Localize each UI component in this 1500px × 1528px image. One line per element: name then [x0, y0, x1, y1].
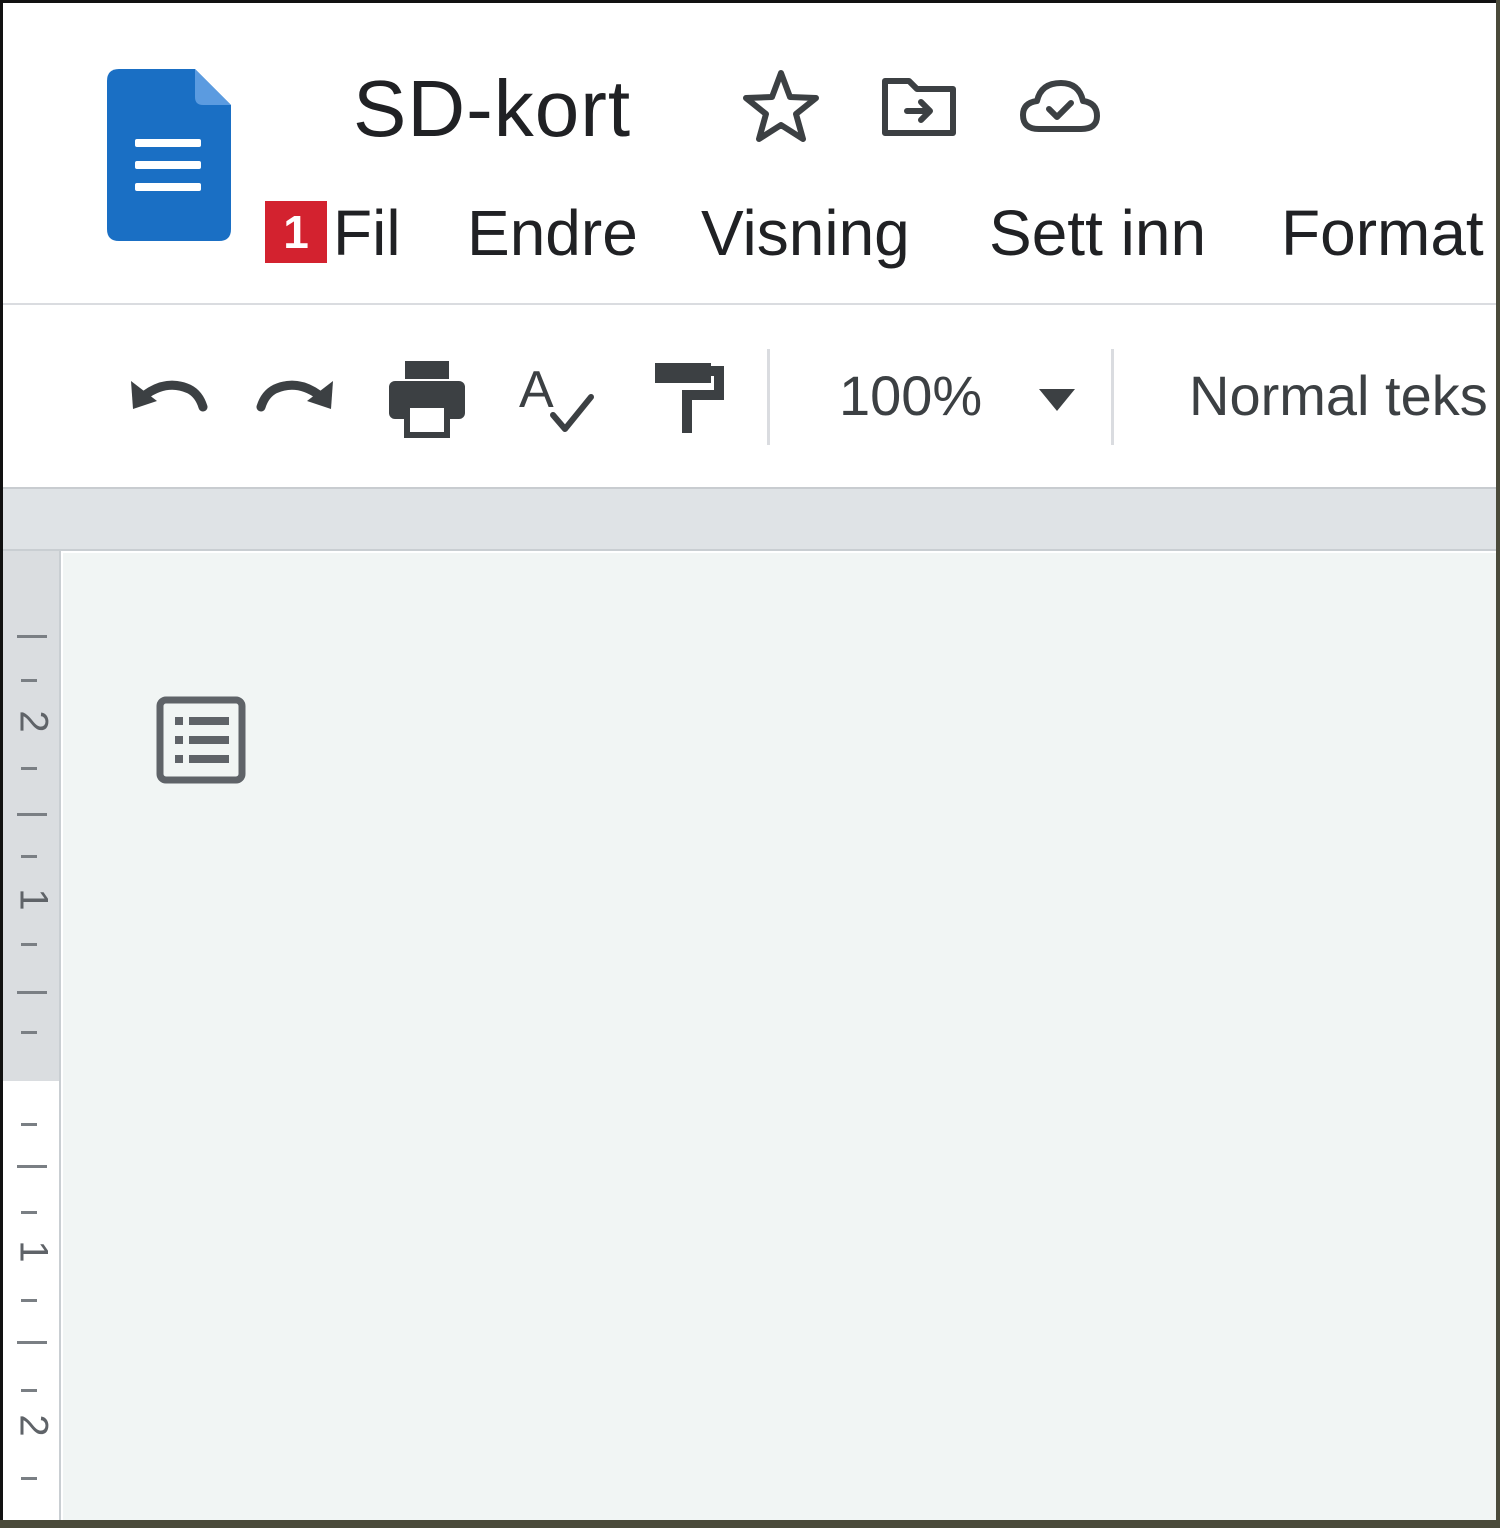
ruler-tick — [21, 1299, 37, 1302]
ruler-label: 2 — [11, 1414, 56, 1437]
ruler-tick — [17, 1165, 47, 1168]
ruler-tick — [17, 1341, 47, 1344]
ruler-margin-shade — [3, 551, 59, 1081]
menu-item-fil[interactable]: Fil — [333, 193, 401, 273]
ruler-tick — [17, 991, 47, 994]
undo-icon[interactable] — [125, 357, 209, 441]
chevron-down-icon[interactable] — [1035, 381, 1079, 417]
toolbar-separator — [1111, 349, 1114, 445]
google-docs-logo-icon[interactable] — [105, 69, 231, 241]
menu-item-visning[interactable]: Visning — [701, 193, 910, 273]
horizontal-ruler — [3, 489, 1496, 551]
spellcheck-icon[interactable]: A — [515, 357, 599, 441]
ruler-tick — [21, 679, 37, 682]
document-canvas[interactable] — [63, 553, 1496, 1520]
paragraph-style-select[interactable]: Normal teks — [1189, 361, 1488, 431]
ruler-label: 1 — [11, 888, 56, 911]
menu-item-sett-inn[interactable]: Sett inn — [989, 193, 1206, 273]
ruler-tick — [21, 767, 37, 770]
ruler-tick — [21, 1211, 37, 1214]
paint-format-icon[interactable] — [647, 357, 731, 441]
ruler-tick — [21, 1123, 37, 1126]
vertical-ruler: 2 1 1 2 — [3, 551, 61, 1520]
document-outline-icon[interactable] — [155, 695, 247, 785]
app-window: SD-kort 1 Fil Endre Visning Sett inn For… — [0, 0, 1496, 1520]
header: SD-kort 1 Fil Endre Visning Sett inn For… — [3, 3, 1496, 303]
ruler-label: 1 — [11, 1240, 56, 1263]
star-icon[interactable] — [739, 65, 823, 149]
zoom-select[interactable]: 100% — [839, 361, 982, 431]
move-to-folder-icon[interactable] — [877, 65, 961, 149]
menu-item-endre[interactable]: Endre — [467, 193, 638, 273]
svg-text:A: A — [519, 361, 554, 419]
toolbar-separator — [767, 349, 770, 445]
redo-icon[interactable] — [255, 357, 339, 441]
cloud-saved-icon[interactable] — [1017, 65, 1101, 149]
ruler-tick — [21, 943, 37, 946]
step-badge: 1 — [265, 201, 327, 263]
ruler-tick — [17, 635, 47, 638]
ruler-tick — [21, 855, 37, 858]
ruler-label: 2 — [11, 710, 56, 733]
toolbar: A 100% Normal teks — [3, 305, 1496, 487]
print-icon[interactable] — [385, 357, 469, 441]
document-title[interactable]: SD-kort — [353, 63, 631, 155]
ruler-tick — [21, 1477, 37, 1480]
ruler-tick — [21, 1389, 37, 1392]
ruler-tick — [21, 1031, 37, 1034]
menu-item-format[interactable]: Format — [1281, 193, 1484, 273]
ruler-tick — [17, 813, 47, 816]
